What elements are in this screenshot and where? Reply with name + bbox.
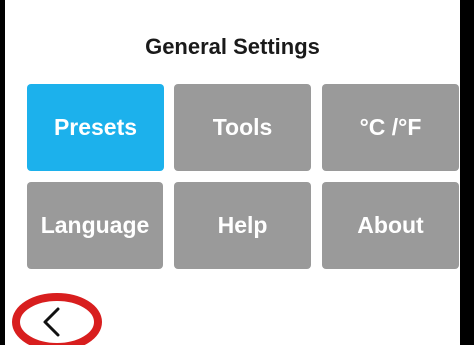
device-frame-right [460,0,474,345]
page-title: General Settings [145,34,320,59]
settings-screen: General Settings Presets Tools °C /°F La… [0,0,474,345]
help-button[interactable]: Help [174,182,311,269]
back-highlight-circle [12,293,102,345]
back-button[interactable] [11,288,107,345]
temperature-unit-button[interactable]: °C /°F [322,84,459,171]
language-button[interactable]: Language [27,182,163,269]
presets-button[interactable]: Presets [27,84,164,171]
about-button[interactable]: About [322,182,459,269]
tools-button[interactable]: Tools [174,84,311,171]
chevron-left-icon [43,307,60,337]
